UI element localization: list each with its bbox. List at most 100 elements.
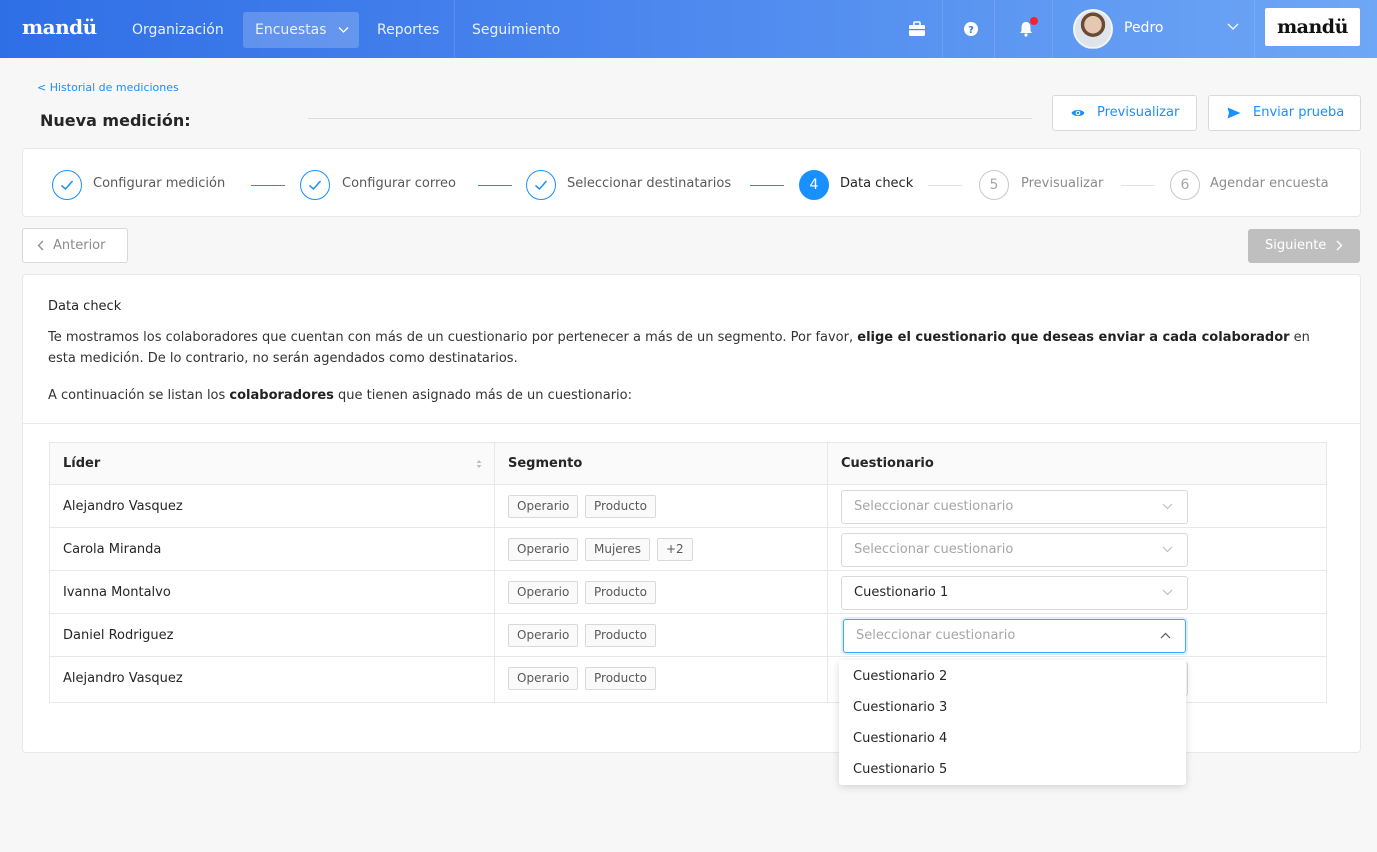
- intro-paragraph: Te mostramos los colaboradores que cuent…: [48, 327, 1338, 369]
- more-segments-tag[interactable]: +2: [657, 538, 693, 561]
- questionnaire-dropdown-menu: Cuestionario 2 Cuestionario 3 Cuestionar…: [839, 660, 1186, 785]
- dropdown-option[interactable]: Cuestionario 2: [839, 661, 1186, 692]
- leader-name: Alejandro Vasquez: [63, 671, 183, 686]
- app-logo[interactable]: mandü: [22, 15, 97, 39]
- send-test-button-label: Enviar prueba: [1253, 105, 1345, 120]
- step-3-check: [526, 170, 556, 200]
- select-value: Cuestionario 1: [854, 585, 949, 600]
- step-connector: [750, 185, 784, 186]
- next-button[interactable]: Siguiente: [1248, 229, 1360, 263]
- preview-button[interactable]: Previsualizar: [1052, 95, 1197, 131]
- chevron-right-icon: [1336, 240, 1343, 251]
- avatar[interactable]: [1073, 9, 1113, 49]
- chevron-down-icon[interactable]: [1226, 19, 1240, 33]
- check-icon: [61, 180, 74, 191]
- select-value: Seleccionar cuestionario: [854, 499, 1014, 514]
- previous-button-label: Anterior: [53, 238, 106, 253]
- steps-bar: Configurar medición Configurar correo Se…: [22, 148, 1361, 217]
- segment-tag: Producto: [585, 495, 656, 518]
- check-icon: [309, 180, 322, 191]
- previous-button[interactable]: Anterior: [22, 228, 128, 263]
- title-divider: [308, 118, 1032, 119]
- step-1-check: [52, 170, 82, 200]
- step-2-label: Configurar correo: [342, 176, 456, 191]
- step-4-label: Data check: [840, 176, 914, 191]
- step-connector: [478, 185, 512, 186]
- section-title: Data check: [48, 299, 122, 314]
- column-header-questionnaire: Cuestionario: [841, 456, 934, 471]
- table-row: Ivanna Montalvo Operario Producto Cuesti…: [50, 571, 1326, 614]
- step-6-label: Agendar encuesta: [1210, 176, 1329, 191]
- segment-tag: Operario: [508, 667, 579, 690]
- leader-name: Alejandro Vasquez: [63, 499, 183, 514]
- user-name[interactable]: Pedro: [1124, 20, 1163, 36]
- dropdown-option[interactable]: Cuestionario 4: [839, 723, 1186, 754]
- check-icon: [535, 180, 548, 191]
- help-icon[interactable]: ?: [960, 18, 982, 40]
- step-5-label: Previsualizar: [1021, 176, 1104, 191]
- step-1-label: Configurar medición: [93, 176, 226, 191]
- step-5-number: 5: [979, 170, 1009, 200]
- segment-tag: Producto: [585, 667, 656, 690]
- step-2-check: [300, 170, 330, 200]
- list-paragraph: A continuación se listan los colaborador…: [48, 385, 1338, 406]
- intro-bold-text: elige el cuestionario que deseas enviar …: [857, 330, 1290, 345]
- sort-icon[interactable]: [475, 459, 483, 469]
- page-title: Nueva medición:: [40, 111, 191, 130]
- chevron-up-icon: [1160, 632, 1171, 639]
- briefcase-icon[interactable]: [906, 18, 928, 40]
- chevron-left-icon: [37, 240, 44, 251]
- send-icon: [1227, 107, 1241, 119]
- column-header-segment: Segmento: [508, 456, 583, 471]
- nav-reportes[interactable]: Reportes: [365, 12, 451, 48]
- chevron-down-icon: [1162, 503, 1173, 510]
- notification-badge: [1030, 17, 1038, 25]
- segment-tag: Producto: [585, 624, 656, 647]
- segment-tag: Operario: [508, 624, 579, 647]
- intro-text: Te mostramos los colaboradores que cuent…: [48, 330, 858, 345]
- leader-name: Daniel Rodriguez: [63, 628, 174, 643]
- questionnaire-select-open[interactable]: Seleccionar cuestionario: [843, 619, 1186, 653]
- column-divider: [494, 443, 495, 702]
- dropdown-option[interactable]: Cuestionario 3: [839, 692, 1186, 723]
- eye-icon: [1071, 110, 1085, 116]
- step-3-label: Seleccionar destinatarios: [567, 176, 732, 191]
- leader-name: Carola Miranda: [63, 542, 162, 557]
- table-header: Líder Segmento Cuestionario: [50, 443, 1326, 485]
- questionnaire-select[interactable]: Seleccionar cuestionario: [841, 533, 1188, 567]
- step-connector: [928, 185, 962, 186]
- column-header-leader[interactable]: Líder: [63, 443, 100, 485]
- back-link-historial[interactable]: < Historial de mediciones: [37, 81, 179, 94]
- next-button-label: Siguiente: [1265, 238, 1327, 253]
- segment-tag: Operario: [508, 495, 579, 518]
- segment-tag: Producto: [585, 581, 656, 604]
- send-test-button[interactable]: Enviar prueba: [1208, 95, 1361, 131]
- questionnaire-select[interactable]: Seleccionar cuestionario: [841, 490, 1188, 524]
- nav-encuestas-label: Encuestas: [255, 22, 327, 38]
- step-connector: [251, 185, 285, 186]
- dropdown-option[interactable]: Cuestionario 5: [839, 754, 1186, 785]
- list-text-end: que tienen asignado más de un cuestionar…: [333, 388, 632, 403]
- select-value: Seleccionar cuestionario: [856, 628, 1016, 643]
- list-text: A continuación se listan los: [48, 388, 230, 403]
- segment-tag: Operario: [508, 581, 579, 604]
- chevron-down-icon: [338, 27, 349, 33]
- step-connector: [1121, 185, 1155, 186]
- nav-divider: [994, 0, 995, 58]
- nav-organizacion[interactable]: Organización: [120, 12, 236, 48]
- nav-divider: [1052, 0, 1053, 58]
- table-row: Carola Miranda Operario Mujeres +2 Selec…: [50, 528, 1326, 571]
- list-bold-text: colaboradores: [229, 388, 334, 403]
- nav-seguimiento[interactable]: Seguimiento: [460, 12, 572, 48]
- card-divider: [23, 423, 1360, 424]
- table-row: Alejandro Vasquez Operario Producto Sele…: [50, 485, 1326, 528]
- leader-name: Ivanna Montalvo: [63, 585, 171, 600]
- nav-divider: [454, 0, 455, 58]
- top-navbar: mandü Organización Encuestas Reportes Se…: [0, 0, 1377, 58]
- column-divider: [827, 443, 828, 702]
- svg-text:?: ?: [968, 25, 974, 36]
- nav-encuestas[interactable]: Encuestas: [243, 12, 359, 48]
- preview-button-label: Previsualizar: [1097, 105, 1180, 120]
- questionnaire-select[interactable]: Cuestionario 1: [841, 576, 1188, 610]
- chevron-down-icon: [1162, 589, 1173, 596]
